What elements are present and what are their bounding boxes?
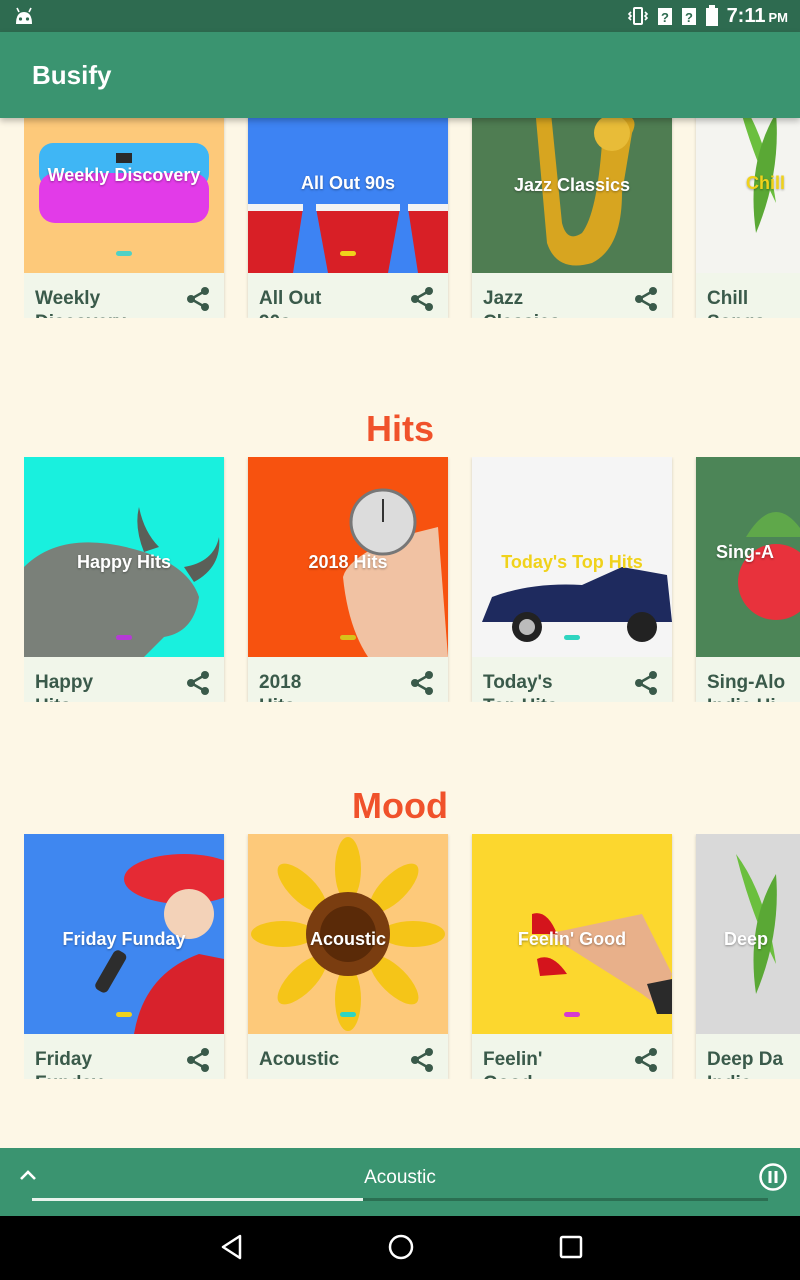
saxophone-image bbox=[535, 118, 635, 266]
playlist-art[interactable]: All Out 90s bbox=[248, 118, 448, 273]
playlist-card-todays-top-hits[interactable]: Today's Top Hits Today's Top Hits bbox=[472, 457, 672, 702]
section-title-hits: Hits bbox=[365, 408, 434, 449]
playlist-name: Jazz Classics bbox=[483, 288, 560, 318]
playlist-art-label: Jazz Classics bbox=[513, 175, 631, 195]
playlist-row-mood[interactable]: Friday Funday Friday Funday bbox=[24, 834, 800, 1079]
playlist-name: All Out 90s bbox=[259, 288, 322, 318]
playlist-art-label: Happy Hits bbox=[76, 552, 172, 572]
wifi-unknown-icon: ? bbox=[681, 8, 696, 25]
art-indicator bbox=[340, 1012, 356, 1017]
playlist-name: Deep Da Indie bbox=[707, 1049, 784, 1079]
playlist-card-friday-funday[interactable]: Friday Funday Friday Funday bbox=[24, 834, 224, 1079]
art-indicator bbox=[340, 635, 356, 640]
playlist-art[interactable]: Feelin' Good bbox=[472, 834, 672, 1034]
playlist-card-sing-along-indie-hits[interactable]: Sing-A Sing-Alo Indie Hi bbox=[696, 457, 800, 702]
playlist-art-label: Acoustic bbox=[309, 929, 387, 949]
share-icon[interactable] bbox=[632, 1046, 660, 1074]
svg-text:?: ? bbox=[685, 10, 693, 25]
playlist-name: Friday Funday bbox=[35, 1049, 103, 1079]
share-icon[interactable] bbox=[184, 669, 212, 697]
status-ampm: PM bbox=[768, 9, 789, 25]
share-icon[interactable] bbox=[408, 669, 436, 697]
playlist-card-all-out-90s[interactable]: All Out 90s All Out 90s bbox=[248, 118, 448, 318]
playlist-art[interactable]: Happy Hits bbox=[24, 457, 224, 657]
playlist-art[interactable]: 2018 Hits bbox=[248, 457, 448, 657]
playlist-art-label: Feelin' Good bbox=[517, 929, 627, 949]
section-title-mood: Mood bbox=[352, 785, 448, 826]
system-nav-bar bbox=[0, 1216, 800, 1280]
playlist-art[interactable]: Friday Funday bbox=[24, 834, 224, 1034]
playlist-name: Feelin' Good bbox=[483, 1049, 543, 1079]
playlist-card-deep-dark-indie[interactable]: Deep Deep Da Indie bbox=[696, 834, 800, 1079]
share-icon[interactable] bbox=[408, 285, 436, 313]
playlist-name: Sing-Alo Indie Hi bbox=[707, 672, 786, 702]
svg-text:?: ? bbox=[661, 10, 669, 25]
playlist-art[interactable]: Deep bbox=[696, 834, 800, 1034]
playlist-art-label: All Out 90s bbox=[300, 173, 396, 193]
art-indicator bbox=[116, 1012, 132, 1017]
playlist-content[interactable]: Weekly Discovery Weekly Discovery All Ou… bbox=[0, 118, 800, 1148]
share-icon[interactable] bbox=[632, 669, 660, 697]
pause-icon[interactable] bbox=[758, 1162, 788, 1192]
playlist-art-label: Weekly Discovery bbox=[47, 165, 201, 185]
android-icon bbox=[16, 7, 32, 24]
art-indicator bbox=[564, 1012, 580, 1017]
signal-unknown-icon: ? bbox=[657, 8, 672, 25]
playlist-art-label: Sing-A bbox=[716, 542, 774, 562]
playlist-card-acoustic[interactable]: Acoustic Acoustic bbox=[248, 834, 448, 1079]
home-icon[interactable] bbox=[386, 1232, 416, 1262]
status-bar: ? ? 7:11 PM bbox=[0, 0, 800, 32]
playlist-art[interactable]: Today's Top Hits bbox=[472, 457, 672, 657]
status-time-value: 7:11 bbox=[726, 4, 766, 27]
playlist-name: Happy Hits bbox=[35, 672, 94, 702]
playlist-card-weekly-discovery[interactable]: Weekly Discovery Weekly Discovery bbox=[24, 118, 224, 318]
battery-icon bbox=[705, 5, 718, 26]
playlist-art-label: Today's Top Hits bbox=[501, 552, 643, 572]
playlist-art[interactable]: Acoustic bbox=[248, 834, 448, 1034]
art-indicator bbox=[116, 251, 132, 256]
playlist-art-label: 2018 Hits bbox=[308, 552, 388, 572]
playlist-name: Acoustic bbox=[259, 1049, 340, 1070]
vibrate-icon bbox=[627, 7, 648, 25]
sunglasses-image bbox=[39, 143, 209, 223]
recents-icon[interactable] bbox=[557, 1232, 585, 1262]
playlist-name: Today's Top Hits bbox=[483, 672, 558, 702]
playlist-card-chill-songs[interactable]: Chill Chill Songs bbox=[696, 118, 800, 318]
playlist-art-label: Friday Funday bbox=[62, 929, 186, 949]
playlist-row-hits[interactable]: Happy Hits Happy Hits 2018 Hits 2018 Hit… bbox=[24, 457, 800, 702]
playlist-art-label: Deep bbox=[724, 929, 769, 949]
playlist-card-2018-hits[interactable]: 2018 Hits 2018 Hits bbox=[248, 457, 448, 702]
mini-player[interactable]: Acoustic bbox=[0, 1148, 800, 1216]
playlist-name: 2018 Hits bbox=[259, 672, 302, 702]
playlist-art[interactable]: Chill bbox=[696, 118, 800, 273]
share-icon[interactable] bbox=[632, 285, 660, 313]
app-bar: Busify bbox=[0, 32, 800, 118]
palm-leaves-image bbox=[742, 118, 777, 233]
playlist-art[interactable]: Sing-A bbox=[696, 457, 800, 657]
playlist-card-jazz-classics[interactable]: Jazz Classics Jazz Classics bbox=[472, 118, 672, 318]
art-indicator bbox=[340, 251, 356, 256]
playlist-art[interactable]: Weekly Discovery bbox=[24, 118, 224, 273]
red-cups-image bbox=[248, 204, 448, 273]
art-indicator bbox=[564, 635, 580, 640]
playlist-row-featured[interactable]: Weekly Discovery Weekly Discovery All Ou… bbox=[24, 118, 800, 318]
status-time: 7:11 PM bbox=[727, 5, 788, 28]
playlist-card-happy-hits[interactable]: Happy Hits Happy Hits bbox=[24, 457, 224, 702]
playlist-name: Weekly Discovery bbox=[35, 288, 126, 318]
app-title: Busify bbox=[32, 60, 112, 90]
now-playing-title[interactable]: Acoustic bbox=[0, 1167, 800, 1189]
share-icon[interactable] bbox=[408, 1046, 436, 1074]
back-icon[interactable] bbox=[218, 1232, 246, 1262]
playback-progress-bar[interactable] bbox=[32, 1198, 768, 1201]
playback-progress-fill bbox=[32, 1198, 364, 1201]
playlist-card-feelin-good[interactable]: Feelin' Good Feelin' Good bbox=[472, 834, 672, 1079]
playlist-art[interactable]: Jazz Classics bbox=[472, 118, 672, 273]
art-indicator bbox=[116, 635, 132, 640]
share-icon[interactable] bbox=[184, 285, 212, 313]
playlist-art-label: Chill bbox=[746, 173, 785, 193]
share-icon[interactable] bbox=[184, 1046, 212, 1074]
playlist-name: Chill Songs bbox=[707, 288, 765, 318]
